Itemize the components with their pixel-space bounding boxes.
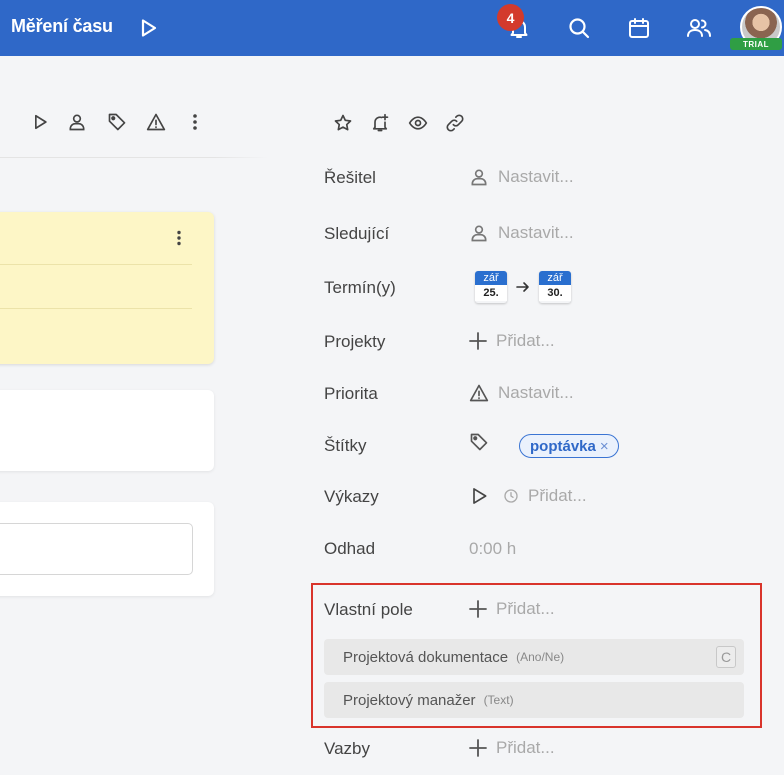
custom-fields-label: Vlastní pole — [324, 600, 413, 619]
links-placeholder: Přidat... — [496, 738, 555, 757]
content-card — [0, 390, 214, 471]
projects-placeholder: Přidat... — [496, 331, 555, 350]
estimate-value[interactable]: 0:00 h — [469, 539, 516, 559]
assignee-label: Řešitel — [324, 168, 376, 187]
custom-field-option[interactable]: Projektový manažer (Text) — [324, 682, 744, 718]
custom-field-name: Projektová dokumentace — [343, 648, 509, 666]
dates-label: Termín(y) — [324, 278, 396, 297]
top-bar: Měření času 4 TRIAL — [0, 0, 784, 56]
play-icon[interactable] — [28, 110, 52, 134]
custom-fields-add[interactable]: Přidat... — [469, 599, 555, 619]
end-date[interactable]: zář 30. — [539, 271, 571, 303]
star-icon[interactable] — [331, 111, 355, 135]
projects-label: Projekty — [324, 332, 386, 351]
priority-value[interactable]: Nastavit... — [469, 383, 574, 403]
person-icon — [471, 169, 487, 186]
start-date[interactable]: zář 25. — [475, 271, 507, 303]
estimate-label: Odhad — [324, 539, 376, 558]
warning-icon — [469, 384, 489, 402]
toolbar-divider — [0, 157, 268, 158]
reports-value[interactable]: Přidat... — [469, 486, 587, 506]
more-vertical-icon[interactable] — [176, 230, 182, 251]
plus-icon — [469, 600, 487, 618]
shortcut-key: C — [716, 646, 736, 668]
custom-field-name: Projektový manažer — [343, 691, 476, 709]
notification-badge[interactable]: 4 — [497, 4, 524, 31]
reports-placeholder: Přidat... — [528, 486, 587, 505]
calendar-icon[interactable] — [625, 14, 653, 42]
custom-field-option[interactable]: Projektová dokumentace (Ano/Ne) C — [324, 639, 744, 675]
comment-input[interactable] — [0, 523, 193, 575]
tag-remove-icon[interactable]: × — [600, 438, 609, 455]
priority-label: Priorita — [324, 384, 378, 403]
dates-value[interactable]: zář 25. zář 30. — [475, 271, 571, 303]
warning-icon[interactable] — [144, 110, 168, 134]
estimate-text: 0:00 h — [469, 539, 517, 558]
more-vertical-icon[interactable] — [183, 110, 207, 134]
note-divider — [0, 308, 192, 309]
note-divider — [0, 264, 192, 265]
followers-value[interactable]: Nastavit... — [469, 223, 574, 243]
search-icon[interactable] — [565, 14, 593, 42]
tag-label: poptávka — [530, 437, 596, 455]
tag-icon[interactable] — [105, 110, 129, 134]
person-icon — [471, 225, 487, 242]
custom-fields-placeholder: Přidat... — [496, 599, 555, 618]
users-icon[interactable] — [685, 14, 713, 42]
custom-field-type: (Text) — [483, 693, 514, 707]
trial-badge: TRIAL — [730, 38, 782, 50]
time-tracking-title[interactable]: Měření času — [11, 16, 113, 37]
assignee-placeholder: Nastavit... — [498, 167, 574, 186]
clock-icon — [504, 489, 518, 503]
play-icon[interactable] — [134, 14, 162, 42]
plus-icon — [469, 332, 487, 350]
play-icon[interactable] — [469, 486, 489, 506]
projects-add[interactable]: Přidat... — [469, 331, 555, 351]
tag-chip[interactable]: poptávka × — [519, 434, 619, 458]
note-card[interactable] — [0, 212, 214, 364]
eye-icon[interactable] — [406, 111, 430, 135]
priority-placeholder: Nastavit... — [498, 383, 574, 402]
assignee-value[interactable]: Nastavit... — [469, 167, 574, 187]
arrow-right-icon — [516, 282, 529, 292]
person-icon[interactable] — [65, 110, 89, 134]
link-icon[interactable] — [443, 111, 467, 135]
tag-icon — [470, 433, 488, 451]
tags-label: Štítky — [324, 436, 367, 455]
links-label: Vazby — [324, 739, 370, 758]
plus-icon — [469, 739, 487, 757]
links-add[interactable]: Přidat... — [469, 738, 555, 758]
reports-label: Výkazy — [324, 487, 379, 506]
bell-plus-icon[interactable] — [368, 111, 392, 135]
followers-placeholder: Nastavit... — [498, 223, 574, 242]
followers-label: Sledující — [324, 224, 390, 243]
custom-field-type: (Ano/Ne) — [516, 650, 565, 664]
tags-add[interactable] — [469, 432, 489, 452]
